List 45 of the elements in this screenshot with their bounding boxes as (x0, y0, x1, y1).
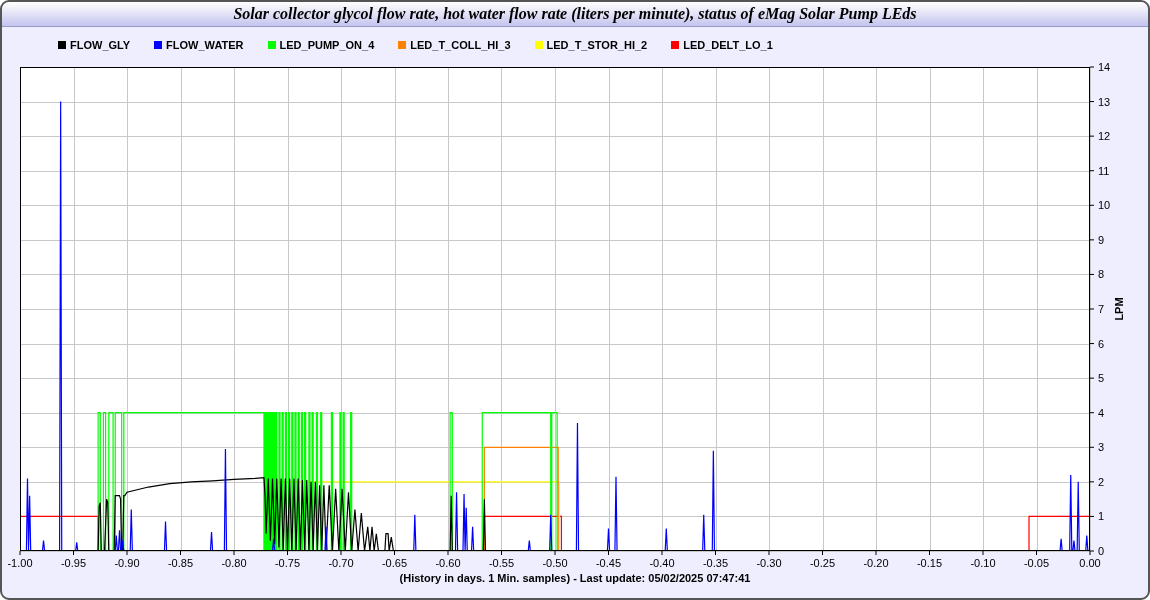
legend-label: LED_PUMP_ON_4 (279, 39, 375, 51)
tick-label: -0.05 (1023, 557, 1050, 569)
tick-label: 14 (1098, 63, 1111, 73)
tick-label: 8 (1098, 268, 1105, 281)
tick-label: -0.10 (970, 557, 996, 569)
chart-title: Solar collector glycol flow rate, hot water flow rate (liters per minute), status of eMag Solar Pump LEds (233, 5, 917, 23)
tick-label: 12 (1098, 130, 1111, 143)
tick-label: -1.00 (7, 557, 33, 569)
tick-label: 10 (1098, 199, 1111, 212)
tick-label: -0.15 (916, 557, 943, 569)
tick-label: 3 (1098, 441, 1105, 454)
tick-label: 0 (1098, 545, 1105, 557)
legend-label: FLOW_WATER (166, 39, 244, 51)
legend-label: LED_DELT_LO_1 (683, 39, 773, 51)
tick-label: -0.40 (649, 557, 675, 569)
tick-label: 13 (1098, 95, 1111, 108)
tick-label: 1 (1098, 510, 1105, 523)
tick-label: -0.25 (809, 557, 836, 569)
tick-label: 11 (1098, 164, 1110, 177)
tick-label: 5 (1098, 372, 1105, 385)
tick-label: 0.00 (1079, 557, 1101, 569)
tick-label: -0.50 (542, 557, 568, 569)
tick-label: -0.65 (381, 557, 408, 569)
axis-label: (History in days. 1 Min. samples) - Last update: 05/02/2025 07:47:41 (399, 571, 751, 585)
legend-label: LED_T_COLL_HI_3 (410, 39, 511, 51)
tick-label: 9 (1098, 233, 1105, 246)
legend-label: LED_T_STOR_HI_2 (546, 39, 648, 51)
tick-label: -0.55 (488, 557, 515, 569)
tick-label: 6 (1098, 337, 1105, 350)
tick-label: -0.95 (60, 557, 87, 569)
tick-label: -0.85 (167, 557, 194, 569)
tick-label: -0.35 (702, 557, 729, 569)
tick-label: -0.45 (595, 557, 622, 569)
tick-label: 2 (1098, 475, 1105, 488)
legend-label: FLOW_GLY (70, 39, 131, 51)
tick-label: -0.20 (863, 557, 889, 569)
tick-label: 7 (1098, 303, 1105, 315)
tick-label: -0.30 (756, 557, 782, 569)
tick-label: -0.75 (274, 557, 301, 569)
tick-label: -0.60 (435, 557, 461, 569)
axis-label: LPM (1113, 297, 1125, 321)
tick-label: -0.70 (328, 557, 354, 569)
tick-label: -0.80 (221, 557, 247, 569)
tick-label: -0.90 (114, 557, 140, 569)
tick-label: 4 (1098, 406, 1105, 419)
